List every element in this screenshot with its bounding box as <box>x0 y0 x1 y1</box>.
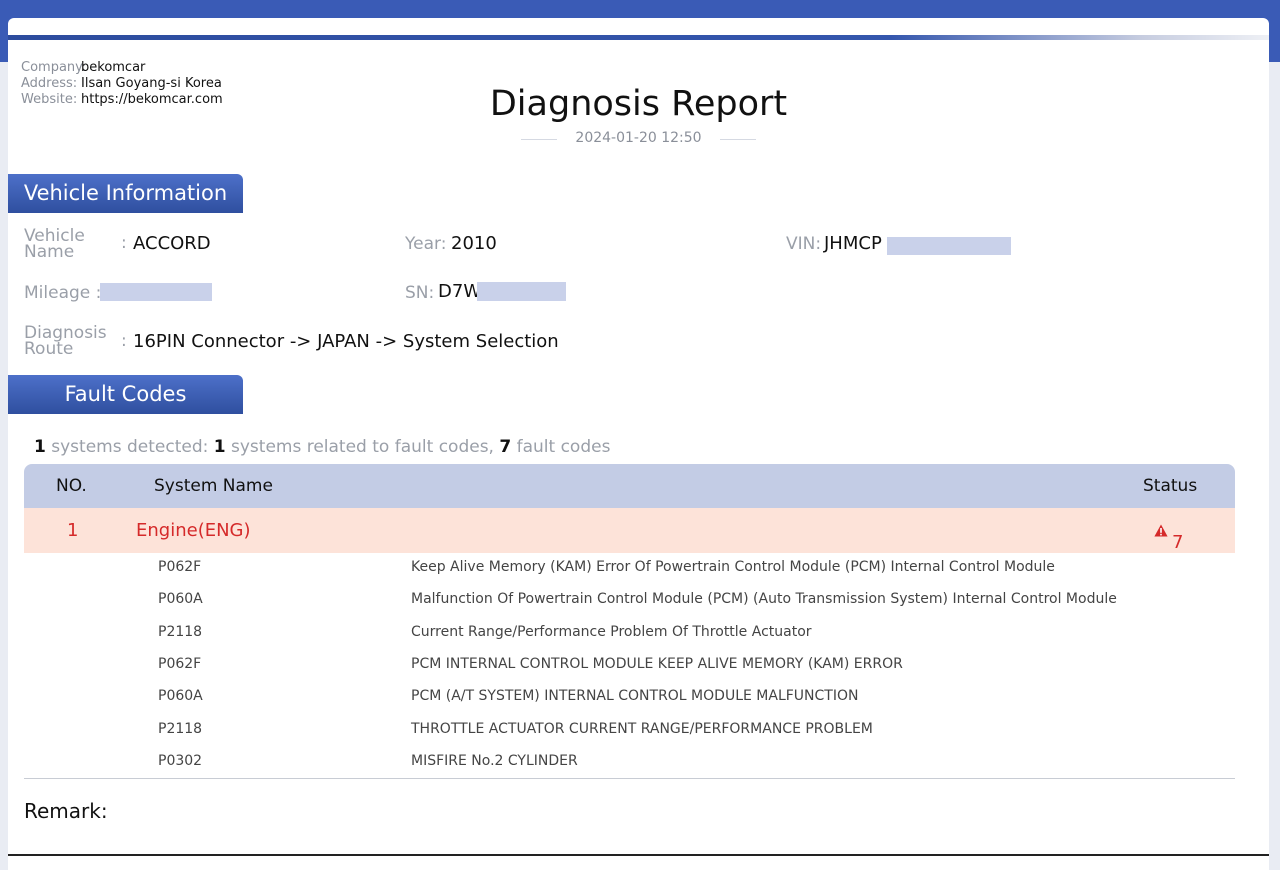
vin-redaction <box>887 237 1011 255</box>
fault-code-row[interactable]: P2118 THROTTLE ACTUATOR CURRENT RANGE/PER… <box>8 714 1269 746</box>
report-title: Diagnosis Report <box>489 84 788 124</box>
warning-icon <box>1154 524 1168 537</box>
vin-value: JHMCP <box>824 233 882 254</box>
fault-description: MISFIRE No.2 CYLINDER <box>411 753 578 769</box>
table-header: NO. System Name Status <box>24 464 1235 508</box>
year-label: Year: <box>405 234 447 254</box>
company-label: Company: <box>21 60 87 75</box>
vehicle-info-heading: Vehicle Information <box>8 174 243 213</box>
system-status: 7 <box>1154 520 1183 553</box>
bottom-rule <box>8 854 1269 856</box>
sn-redaction <box>477 282 566 301</box>
sn-value: D7W <box>438 281 482 302</box>
system-row[interactable]: 1 Engine(ENG) 7 <box>24 508 1235 553</box>
fault-description: PCM (A/T SYSTEM) INTERNAL CONTROL MODULE… <box>411 688 859 704</box>
fault-code-row[interactable]: P062F Keep Alive Memory (KAM) Error Of Po… <box>8 552 1269 584</box>
sn-label: SN: <box>405 283 435 303</box>
fault-description: Current Range/Performance Problem Of Thr… <box>411 624 812 640</box>
col-no: NO. <box>56 476 87 496</box>
vehicle-name-value: ACCORD <box>133 233 211 254</box>
fault-code: P0302 <box>158 753 203 769</box>
mileage-redaction <box>100 283 212 301</box>
vehicle-name-sep: : <box>121 233 127 253</box>
vehicle-name-label: Vehicle Name <box>24 226 85 262</box>
company-name: bekomcar <box>81 60 146 75</box>
fault-code: P060A <box>158 688 203 704</box>
fault-code-row[interactable]: P060A Malfunction Of Powertrain Control M… <box>8 584 1269 616</box>
remark-label: Remark: <box>24 799 108 823</box>
fault-code: P062F <box>158 559 202 575</box>
vin-label: VIN: <box>786 234 822 254</box>
fault-description: Keep Alive Memory (KAM) Error Of Powertr… <box>411 559 1055 575</box>
fault-description: Malfunction Of Powertrain Control Module… <box>411 591 1117 607</box>
system-name: Engine(ENG) <box>136 520 251 541</box>
fault-code: P2118 <box>158 624 203 640</box>
report-datetime: 2024-01-20 12:50 <box>575 130 702 146</box>
system-no: 1 <box>67 520 79 541</box>
header-rule <box>8 35 1269 40</box>
route-label: Diagnosis Route <box>24 323 107 359</box>
fault-description: THROTTLE ACTUATOR CURRENT RANGE/PERFORMA… <box>411 721 873 737</box>
fault-code-row[interactable]: P0302 MISFIRE No.2 CYLINDER <box>8 746 1269 778</box>
fault-summary: 1 systems detected: 1 systems related to… <box>34 437 611 457</box>
mileage-label: Mileage : <box>24 283 102 303</box>
report-paper: Company:bekomcar Address: Ilsan Goyang-si… <box>8 18 1269 870</box>
route-value: 16PIN Connector -> JAPAN -> System Selec… <box>133 331 559 352</box>
system-fault-count: 7 <box>1172 532 1184 553</box>
fault-codes-heading: Fault Codes <box>8 375 243 414</box>
fault-description: PCM INTERNAL CONTROL MODULE KEEP ALIVE M… <box>411 656 903 672</box>
col-status: Status <box>1143 476 1198 496</box>
year-value: 2010 <box>451 233 497 254</box>
fault-code: P2118 <box>158 721 203 737</box>
fault-code-row[interactable]: P062F PCM INTERNAL CONTROL MODULE KEEP AL… <box>8 649 1269 681</box>
table-divider <box>24 778 1235 779</box>
fault-code-row[interactable]: P2118 Current Range/Performance Problem O… <box>8 617 1269 649</box>
date-right-line <box>720 139 756 140</box>
fault-code-row[interactable]: P060A PCM (A/T SYSTEM) INTERNAL CONTROL M… <box>8 681 1269 713</box>
fault-code: P060A <box>158 591 203 607</box>
fault-code: P062F <box>158 656 202 672</box>
route-sep: : <box>121 331 127 351</box>
col-system-name: System Name <box>154 476 273 496</box>
